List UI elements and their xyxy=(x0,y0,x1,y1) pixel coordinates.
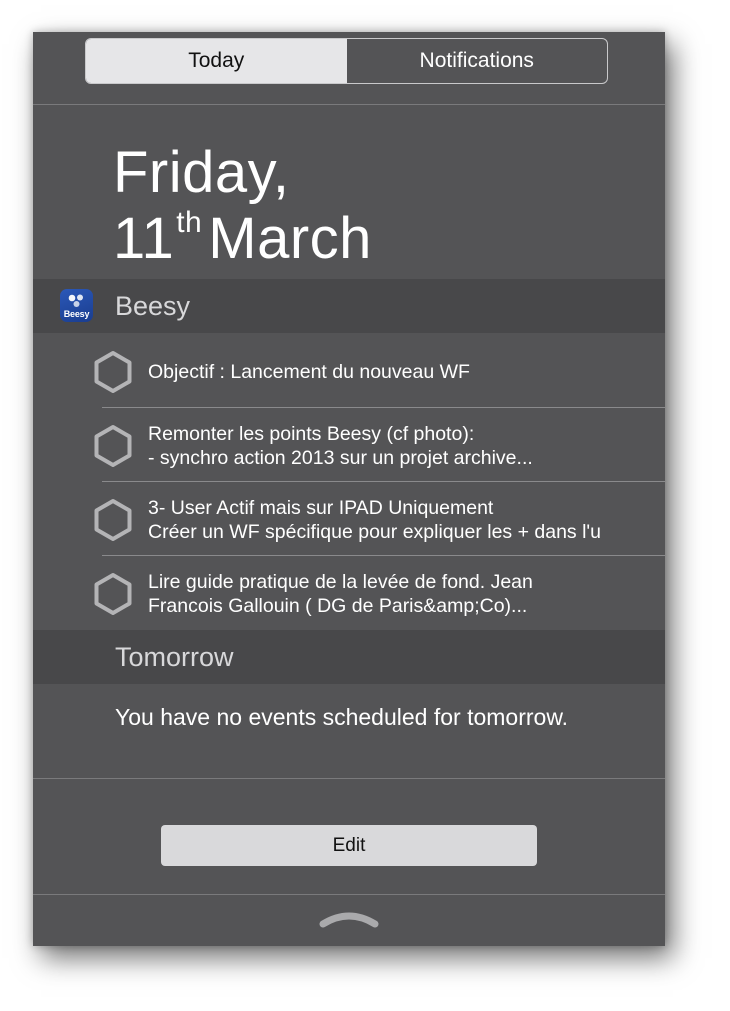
tomorrow-widget-header[interactable]: Tomorrow xyxy=(33,630,665,684)
header-divider xyxy=(33,104,665,105)
edit-button[interactable]: Edit xyxy=(161,825,537,866)
tab-today[interactable]: Today xyxy=(86,39,347,83)
task-text: Objectif : Lancement du nouveau WF xyxy=(148,360,638,384)
hexagon-outline-icon[interactable] xyxy=(91,424,135,468)
hexagon-outline-icon[interactable] xyxy=(91,350,135,394)
footer-divider xyxy=(33,894,665,895)
beesy-icon-label: Beesy xyxy=(63,309,90,319)
beesy-section-title: Beesy xyxy=(115,291,191,321)
tomorrow-section-title: Tomorrow xyxy=(115,642,234,672)
section-divider xyxy=(33,778,665,779)
task-row[interactable]: Lire guide pratique de la levée de fond.… xyxy=(33,556,665,630)
task-text: Remonter les points Beesy (cf photo): - … xyxy=(148,422,638,470)
hexagon-outline-icon[interactable] xyxy=(91,498,135,542)
task-row[interactable]: Remonter les points Beesy (cf photo): - … xyxy=(33,408,665,482)
tab-switcher: Today Notifications xyxy=(85,38,608,84)
task-line-1: Remonter les points Beesy (cf photo): xyxy=(148,423,475,445)
task-line-1: Objectif : Lancement du nouveau WF xyxy=(148,361,470,383)
hexagon-outline-icon[interactable] xyxy=(91,572,135,616)
date-month: March xyxy=(208,206,372,271)
notification-center-panel: Today Notifications Friday, 11th March Be… xyxy=(33,32,665,946)
task-row[interactable]: Objectif : Lancement du nouveau WF xyxy=(33,334,665,408)
beesy-widget-header[interactable]: Beesy Beesy xyxy=(33,279,665,333)
date-header: Friday, 11th March xyxy=(113,140,372,272)
date-weekday: Friday, xyxy=(113,140,290,205)
beesy-app-icon: Beesy xyxy=(60,289,93,322)
tab-notifications[interactable]: Notifications xyxy=(347,39,608,83)
task-line-1: 3- User Actif mais sur IPAD Uniquement xyxy=(148,497,494,519)
task-line-2: - synchro action 2013 sur un projet arch… xyxy=(148,447,533,469)
task-line-2: Créer un WF spécifique pour expliquer le… xyxy=(148,521,601,543)
beesy-logo-icon xyxy=(68,294,83,307)
task-line-2: Francois Gallouin ( DG de Paris&amp;Co).… xyxy=(148,595,528,617)
date-day-suffix: th xyxy=(176,206,203,239)
task-row[interactable]: 3- User Actif mais sur IPAD Uniquement C… xyxy=(33,482,665,556)
chevron-up-grabber-icon[interactable] xyxy=(317,908,381,930)
date-day-month: 11th March xyxy=(113,206,372,272)
task-text: Lire guide pratique de la levée de fond.… xyxy=(148,570,638,618)
no-events-message: You have no events scheduled for tomorro… xyxy=(115,704,569,730)
task-text: 3- User Actif mais sur IPAD Uniquement C… xyxy=(148,496,638,544)
date-day-number: 11 xyxy=(113,206,175,271)
task-line-1: Lire guide pratique de la levée de fond.… xyxy=(148,571,533,593)
